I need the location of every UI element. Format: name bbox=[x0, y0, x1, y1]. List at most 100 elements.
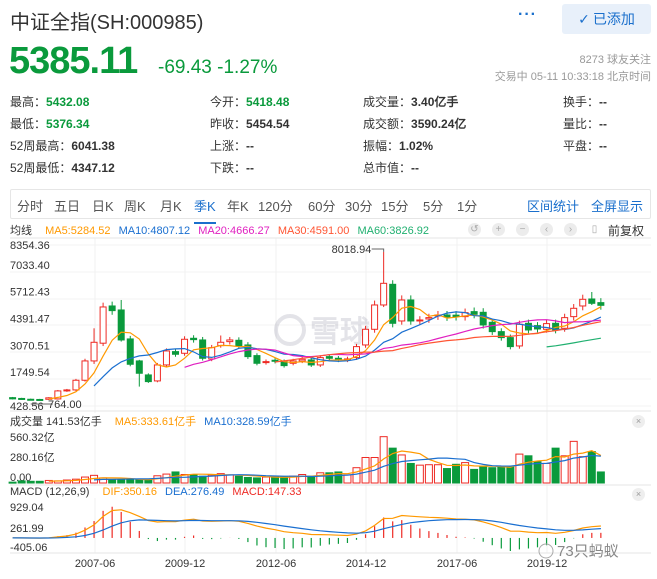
volume-bar bbox=[316, 472, 325, 484]
volume-bar bbox=[524, 455, 533, 484]
volume-bar bbox=[243, 476, 252, 484]
candle-down bbox=[407, 299, 415, 322]
volume-legend: 成交量 141.53亿手 MA5:333.61亿手 MA10:328.59亿手 bbox=[10, 413, 292, 429]
volume-tick: 560.32亿 bbox=[10, 431, 55, 444]
candle-up bbox=[570, 307, 578, 318]
candle-down bbox=[190, 337, 198, 341]
volume-bar bbox=[307, 475, 316, 484]
volume-bar bbox=[569, 440, 578, 484]
volume-bar bbox=[271, 476, 280, 484]
volume-bar bbox=[415, 464, 424, 484]
candle-up bbox=[425, 317, 433, 320]
close-macd-icon[interactable]: × bbox=[632, 488, 645, 501]
volume-bar bbox=[596, 471, 605, 484]
volume-bar bbox=[533, 461, 542, 484]
candle-down bbox=[235, 339, 243, 347]
candle-down bbox=[36, 398, 44, 401]
candle-down bbox=[117, 309, 125, 341]
volume-ma5: MA5:333.61亿手 bbox=[114, 416, 197, 428]
candle-up bbox=[72, 379, 80, 391]
volume-bar bbox=[479, 465, 488, 484]
macd-tick: -405.06 bbox=[10, 542, 47, 554]
price-tick: 8354.36 bbox=[10, 240, 50, 252]
candle-up bbox=[362, 328, 370, 346]
candle-down bbox=[253, 355, 261, 364]
candle-down bbox=[443, 314, 451, 318]
watermark-logo bbox=[274, 314, 306, 346]
macd-value: MACD:147.33 bbox=[232, 486, 302, 498]
volume-bar bbox=[198, 475, 207, 484]
price-tick: 3070.51 bbox=[10, 340, 50, 352]
candle-up bbox=[162, 350, 170, 366]
volume-tick: 280.16亿 bbox=[10, 451, 55, 464]
candle-down bbox=[488, 321, 496, 333]
macd-dea: DEA:276.49 bbox=[165, 486, 225, 498]
volume-bar bbox=[99, 477, 108, 484]
volume-bar bbox=[234, 475, 243, 484]
volume-bar bbox=[406, 462, 415, 484]
volume-bar bbox=[262, 476, 270, 484]
volume-bar bbox=[497, 466, 506, 484]
macd-legend: MACD (12,26,9) DIF:350.16 DEA:276.49 MAC… bbox=[10, 486, 302, 498]
candle-down bbox=[271, 359, 279, 362]
close-volume-icon[interactable]: × bbox=[632, 415, 645, 428]
x-axis-tick: 2014-12 bbox=[346, 558, 386, 570]
candle-up bbox=[81, 360, 89, 381]
candle-down bbox=[172, 351, 179, 355]
price-tick: 7033.40 bbox=[10, 260, 50, 272]
volume-bar bbox=[397, 454, 406, 484]
candle-up bbox=[371, 304, 379, 330]
macd-tick: 929.04 bbox=[10, 502, 44, 514]
volume-bar bbox=[352, 467, 361, 484]
candle-up bbox=[298, 358, 306, 362]
watermark-text: 雪球 bbox=[310, 316, 371, 349]
price-tick: 428.56 bbox=[10, 401, 44, 413]
volume-bar bbox=[189, 474, 198, 484]
macd-dif: DIF:350.16 bbox=[102, 486, 157, 498]
candle-down bbox=[135, 360, 143, 374]
candle-down bbox=[9, 397, 17, 400]
candle-up bbox=[153, 364, 161, 382]
wechat-icon bbox=[538, 543, 554, 559]
volume-bar bbox=[17, 480, 26, 484]
macd-label: MACD (12,26,9) bbox=[10, 486, 90, 498]
volume-bar bbox=[379, 436, 388, 484]
candle-down bbox=[325, 356, 333, 359]
volume-bar bbox=[117, 479, 126, 484]
candle-down bbox=[108, 305, 116, 312]
candle-down bbox=[27, 398, 35, 401]
x-axis-tick: 2009-12 bbox=[165, 558, 205, 570]
candle-up bbox=[380, 282, 388, 306]
ma60-line bbox=[546, 337, 601, 348]
candle-down bbox=[588, 298, 596, 304]
candle-up bbox=[181, 338, 189, 354]
volume-bar bbox=[126, 479, 135, 484]
candle-down bbox=[524, 322, 532, 331]
volume-bar bbox=[280, 476, 289, 484]
volume-bar bbox=[26, 480, 35, 484]
candle-down bbox=[18, 397, 26, 400]
volume-bar bbox=[578, 456, 587, 484]
volume-bar bbox=[35, 480, 44, 484]
volume-bar bbox=[452, 463, 461, 484]
candle-down bbox=[126, 338, 134, 365]
candle-down bbox=[470, 311, 478, 315]
max-price-label: 8018.94 bbox=[332, 244, 372, 256]
x-axis-tick: 2012-06 bbox=[256, 558, 296, 570]
volume-bar bbox=[8, 481, 17, 484]
price-tick: 5712.43 bbox=[10, 287, 50, 299]
candle-down bbox=[506, 337, 514, 348]
volume-bar bbox=[551, 447, 560, 484]
credit-text: 73只蚂蚁 bbox=[557, 543, 619, 560]
volume-bar bbox=[252, 477, 261, 484]
x-axis-tick: 2017-06 bbox=[437, 558, 477, 570]
candle-down bbox=[479, 311, 487, 326]
volume-bar bbox=[515, 453, 524, 484]
volume-bar bbox=[135, 479, 144, 484]
price-tick: 4391.47 bbox=[10, 314, 50, 326]
candle-down bbox=[144, 374, 152, 383]
candle-up bbox=[262, 361, 270, 364]
candle-up bbox=[90, 341, 98, 362]
candle-up bbox=[63, 389, 71, 392]
volume-bar bbox=[488, 467, 497, 484]
